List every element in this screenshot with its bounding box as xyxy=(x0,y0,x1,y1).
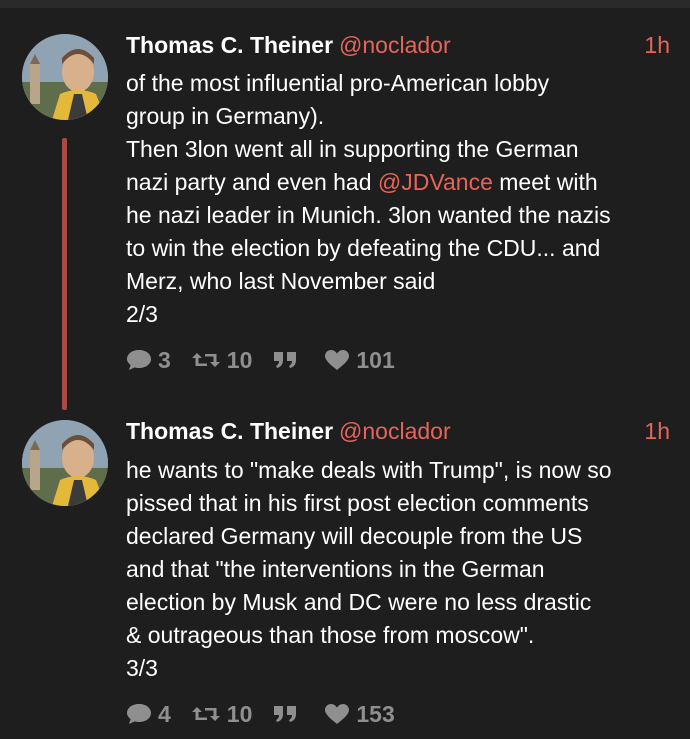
quote-icon xyxy=(274,352,297,368)
tweet-line: group in Germany). xyxy=(126,103,325,129)
retweet-count: 10 xyxy=(226,701,253,727)
heart-icon xyxy=(325,350,350,370)
avatar[interactable] xyxy=(22,420,108,506)
author-name[interactable]: Thomas C. Theiner xyxy=(126,32,333,58)
timestamp[interactable]: 1h xyxy=(644,29,670,61)
timestamp[interactable]: 1h xyxy=(644,415,670,447)
like-button[interactable]: 153 xyxy=(324,697,395,731)
mention-link[interactable]: @JDVance xyxy=(378,169,493,195)
reply-button[interactable]: 4 xyxy=(126,697,171,731)
speech-bubble-icon xyxy=(127,350,151,370)
tweet-actions: 4 10 153 xyxy=(126,697,415,731)
author-handle[interactable]: @noclador xyxy=(339,418,451,444)
reply-button[interactable]: 3 xyxy=(126,343,171,377)
tweet-1[interactable]: Thomas C. Theiner @noclador 1h of the mos… xyxy=(0,0,690,400)
tweet-text: of the most influential pro-American lob… xyxy=(126,67,686,331)
retweet-button[interactable]: 10 xyxy=(191,343,253,377)
retweet-count: 10 xyxy=(226,347,253,373)
thread-connector xyxy=(62,138,67,410)
quote-button[interactable] xyxy=(272,703,304,725)
tweet-line: 3/3 xyxy=(126,655,158,681)
author-handle[interactable]: @noclador xyxy=(339,32,451,58)
tweet-actions: 3 10 101 xyxy=(126,343,415,377)
avatar[interactable] xyxy=(22,34,108,120)
tweet-line: Merz, who last November said xyxy=(126,268,436,294)
tweet-line: he nazi leader in Munich. 3lon wanted th… xyxy=(126,202,611,228)
tweet-line: 2/3 xyxy=(126,301,158,327)
tweet-2[interactable]: Thomas C. Theiner @noclador 1h he wants t… xyxy=(0,400,690,739)
tweet-line: Then 3lon went all in supporting the Ger… xyxy=(126,136,579,162)
like-count: 153 xyxy=(356,701,395,727)
retweet-button[interactable]: 10 xyxy=(191,697,253,731)
quote-icon xyxy=(274,706,297,722)
tweet-line: he wants to "make deals with Trump", is … xyxy=(126,457,612,483)
like-button[interactable]: 101 xyxy=(324,343,395,377)
tweet-line: of the most influential pro-American lob… xyxy=(126,70,550,96)
tweet-line: and that "the interventions in the Germa… xyxy=(126,556,545,582)
tweet-header: Thomas C. Theiner @noclador 1h xyxy=(126,415,670,447)
quote-button[interactable] xyxy=(272,349,304,371)
speech-bubble-icon xyxy=(127,704,151,724)
tweet-line: to win the election by defeating the CDU… xyxy=(126,235,601,261)
tweet-text: he wants to "make deals with Trump", is … xyxy=(126,454,686,685)
tweet-line: declared Germany will decouple from the … xyxy=(126,523,583,549)
tweet-line-text: meet with xyxy=(492,169,598,195)
tweet-header: Thomas C. Theiner @noclador 1h xyxy=(126,29,670,61)
tweet-line: & outrageous than those from moscow". xyxy=(126,622,535,648)
heart-icon xyxy=(325,704,350,724)
retweet-icon xyxy=(191,353,220,367)
tweet-line: pissed that in his first post election c… xyxy=(126,490,589,516)
author-name[interactable]: Thomas C. Theiner xyxy=(126,418,333,444)
like-count: 101 xyxy=(356,347,395,373)
tweet-line: nazi party and even had @JDVance meet wi… xyxy=(126,166,686,199)
retweet-icon xyxy=(191,707,220,721)
tweet-line-text: nazi party and even had xyxy=(126,169,378,195)
reply-count: 3 xyxy=(158,347,171,373)
reply-count: 4 xyxy=(158,701,171,727)
tweet-line: election by Musk and DC were no less dra… xyxy=(126,589,592,615)
